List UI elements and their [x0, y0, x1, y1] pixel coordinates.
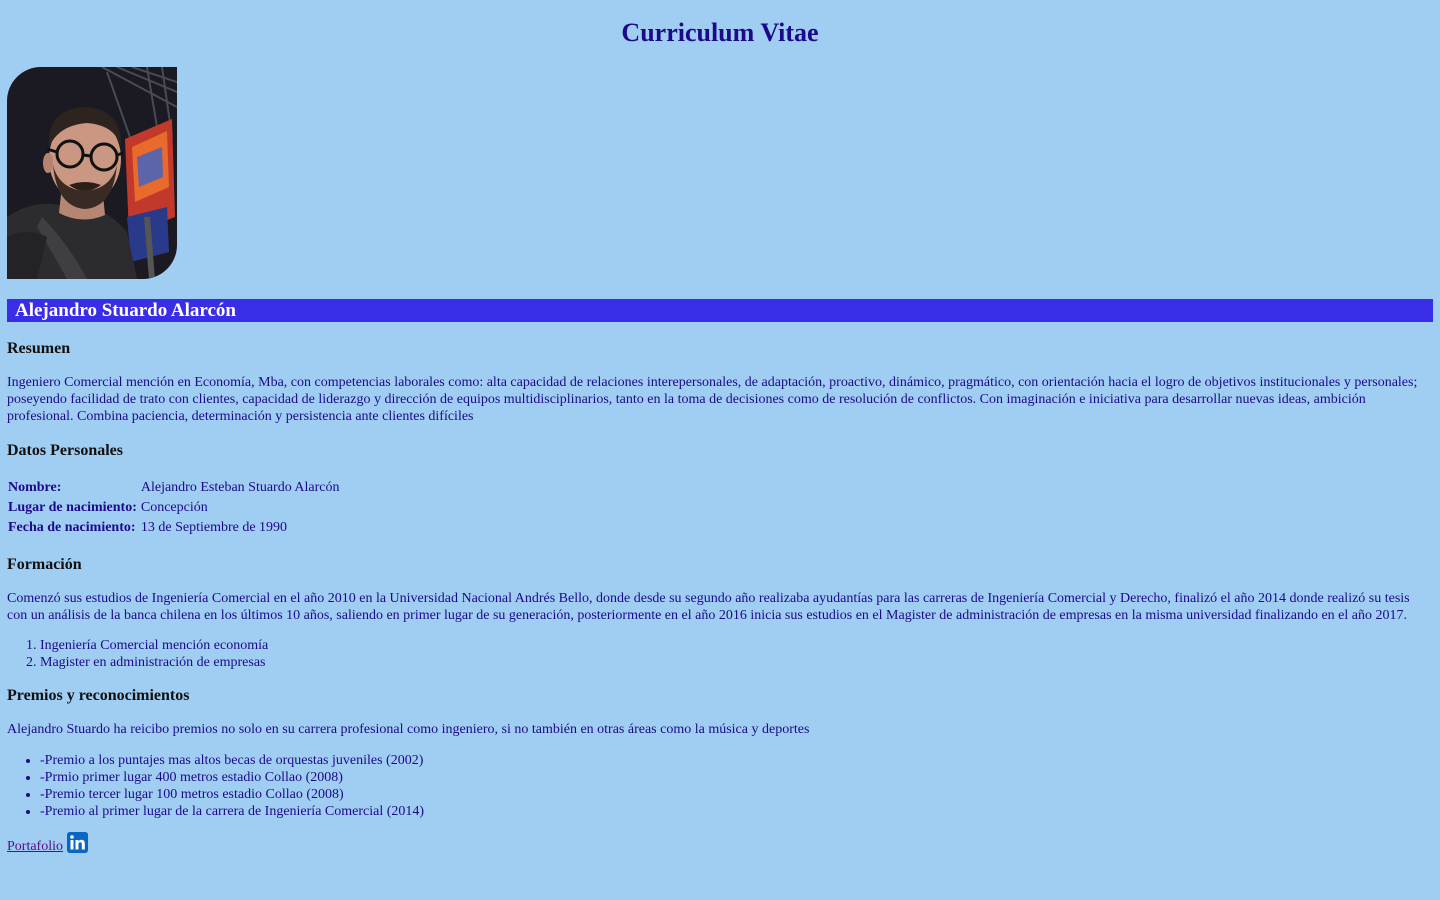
premios-heading: Premios y reconocimientos: [7, 687, 190, 704]
list-item: -Premio a los puntajes mas altos becas d…: [40, 752, 1433, 769]
list-item: -Prmio primer lugar 400 metros estadio C…: [40, 769, 1433, 786]
formacion-list: Ingeniería Comercial mención economía Ma…: [7, 637, 1433, 671]
cv-page: Curriculum Vitae Alejandro Stuardo Alarc…: [0, 0, 1440, 855]
list-item: -Premio al primer lugar de la carrera de…: [40, 803, 1433, 820]
datos-personales-heading: Datos Personales: [7, 442, 123, 459]
portfolio-link[interactable]: Portafolio: [7, 838, 63, 855]
formacion-text: Comenzó sus estudios de Ingeniería Comer…: [7, 591, 1410, 623]
formacion-heading: Formación: [7, 556, 82, 573]
personal-data-table: Nombre: Alejandro Esteban Stuardo Alarcó…: [5, 477, 343, 539]
list-item: -Premio tercer lugar 100 metros estadio …: [40, 786, 1433, 803]
lugar-nacimiento-label: Lugar de nacimiento:: [8, 500, 137, 515]
resumen-heading: Resumen: [7, 340, 71, 357]
table-row: Fecha de nacimiento: 13 de Septiembre de…: [7, 519, 341, 537]
linkedin-icon[interactable]: [67, 832, 88, 853]
nombre-value: Alejandro Esteban Stuardo Alarcón: [140, 480, 340, 495]
fecha-nacimiento-value: 13 de Septiembre de 1990: [140, 520, 288, 535]
fecha-nacimiento-label: Fecha de nacimiento:: [8, 520, 136, 535]
list-item: Magister en administración de empresas: [40, 654, 1433, 671]
premios-list: -Premio a los puntajes mas altos becas d…: [7, 752, 1433, 820]
nombre-label: Nombre:: [8, 480, 62, 495]
resumen-text: Ingeniero Comercial mención en Economía,…: [7, 375, 1418, 424]
page-title: Curriculum Vitae: [621, 18, 819, 47]
name-banner: Alejandro Stuardo Alarcón: [7, 299, 1433, 322]
lugar-nacimiento-value: Concepción: [140, 500, 208, 515]
table-row: Lugar de nacimiento: Concepción: [7, 499, 341, 517]
profile-photo: [7, 67, 177, 279]
premios-text: Alejandro Stuardo ha reicibo premios no …: [7, 722, 810, 737]
portfolio-row: Portafolio: [7, 832, 1433, 855]
list-item: Ingeniería Comercial mención economía: [40, 637, 1433, 654]
table-row: Nombre: Alejandro Esteban Stuardo Alarcó…: [7, 479, 341, 497]
